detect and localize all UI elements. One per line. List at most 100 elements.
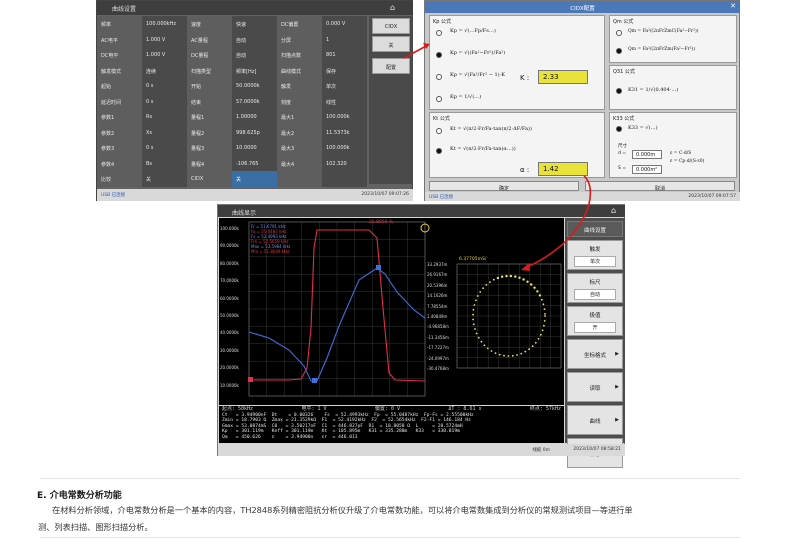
kp-option-3-radio[interactable] xyxy=(436,74,442,80)
kt-option-1-radio[interactable] xyxy=(436,128,442,134)
menu-button[interactable]: 触发 单次 xyxy=(567,240,623,270)
circle-point xyxy=(494,352,497,354)
menu-button[interactable]: 读取 ▶ xyxy=(567,372,623,402)
k-input[interactable]: 2.33 xyxy=(538,70,588,84)
readout-rows: Ct = 3.94900nF Dt = 0.00326 Fs = 52.4993… xyxy=(222,413,561,441)
q31-formula: K31 = 1/√(0.404·…) xyxy=(628,87,679,93)
config-button[interactable]: 配置 xyxy=(372,58,410,74)
circle-point xyxy=(530,283,533,286)
settings-value[interactable]: -106.765 xyxy=(232,155,277,171)
settings-label: 参数1 xyxy=(97,109,142,125)
curve-plot-area[interactable]: 100.000k 90.0000k 80.0000k 70.0000k 60.0000k… xyxy=(219,218,564,405)
settings-value[interactable]: Rs xyxy=(142,109,187,125)
cursor-value: 25.8956 % xyxy=(369,220,394,225)
close-icon[interactable]: ✕ xyxy=(730,2,736,10)
kp-formula-2: Kp = √((Fa²−Fr²)/Fa²) xyxy=(450,50,506,56)
settings-value[interactable]: Bs xyxy=(142,155,187,171)
settings-value[interactable]: 自动 xyxy=(232,47,277,63)
home-icon[interactable]: ⌂ xyxy=(611,206,616,215)
settings-value[interactable]: 1.00000 xyxy=(232,109,277,125)
settings-value[interactable]: 0.000 V xyxy=(322,16,367,32)
settings-row: 比较关 CIDX 关 xyxy=(97,171,368,187)
triangle-right-icon: ▶ xyxy=(615,351,619,357)
curve-settings-screen: 曲线设置 ⌂ 频率 100.000kHz 速度 快速 DC偏置 0.000 V AC电平 1.… xyxy=(96,0,413,201)
cidx-off-button[interactable]: 关 xyxy=(372,36,410,52)
settings-value[interactable]: 0 s xyxy=(142,78,187,94)
settings-value[interactable]: Xs xyxy=(142,124,187,140)
ok-button[interactable]: 确定 xyxy=(429,181,579,192)
settings-value[interactable]: 100.000k xyxy=(322,140,367,156)
kp-option-4-radio[interactable] xyxy=(436,96,442,102)
cancel-button[interactable]: 取消 xyxy=(585,181,735,192)
settings-value[interactable]: 50.0000k xyxy=(232,78,277,94)
settings-value[interactable]: 100.000k xyxy=(322,109,367,125)
menu-button[interactable]: 曲线设置 xyxy=(567,221,623,237)
settings-label: 扫描类型 xyxy=(187,62,232,78)
settings-value[interactable]: 102.320 xyxy=(322,155,367,171)
circle-point xyxy=(480,340,483,343)
circle-tick-label: -17.7227m xyxy=(427,345,449,351)
triangle-right-icon: ▶ xyxy=(615,417,619,423)
kp-option-2-radio[interactable] xyxy=(436,52,442,58)
k33-title: K33 公式 xyxy=(613,116,635,122)
settings-value[interactable]: 11.5373k xyxy=(322,124,367,140)
menu-button[interactable]: 坐标格式 ▶ xyxy=(567,339,623,369)
home-icon[interactable]: ⌂ xyxy=(390,3,400,13)
curve-menu: 曲线设置触发单次标尺自动极值开坐标格式▶读取▶曲线▶保存▶ xyxy=(565,218,625,468)
max-marker xyxy=(376,265,381,270)
q31-option-radio[interactable] xyxy=(616,88,622,94)
circle-axis-ticks: 33.2937m 26.9167m 20.5396m 14.1626m 7.78554m… xyxy=(427,218,457,405)
menu-button[interactable]: 标尺 自动 xyxy=(567,273,623,303)
settings-grid: 频率 100.000kHz 速度 快速 DC偏置 0.000 V AC电平 1.000 V AC… xyxy=(97,16,368,187)
settings-value[interactable]: 单次 xyxy=(322,78,367,94)
settings-value[interactable]: 801 xyxy=(322,47,367,63)
measurement-readout: 起点: 50kHz 电平: 1 V 偏置: 0 V ΔT : 8.61 s 终点: 57… xyxy=(219,406,564,443)
settings-label: 最大2 xyxy=(277,124,322,140)
circle-point xyxy=(526,280,529,283)
settings-value[interactable]: 100.000kHz xyxy=(142,16,187,32)
settings-value[interactable]: 10.0000 xyxy=(232,140,277,156)
settings-value[interactable]: 1 xyxy=(322,31,367,47)
circle-point xyxy=(514,275,517,278)
qm-option-1-radio[interactable] xyxy=(616,30,622,36)
settings-value[interactable]: 保存 xyxy=(322,62,367,78)
menu-button-label: 曲线 xyxy=(589,419,601,425)
settings-value[interactable]: 1.000 V xyxy=(142,31,187,47)
d-input[interactable]: 0.000m xyxy=(632,150,662,159)
settings-row: 触发模式 连续 扫描类型 频率[Hz] 曲线模式 保存 xyxy=(97,62,368,78)
kt-option-2-radio[interactable] xyxy=(436,148,442,154)
settings-value[interactable]: 998.625p xyxy=(232,124,277,140)
settings-value[interactable]: 57.0000k xyxy=(232,93,277,109)
settings-label: 频率 xyxy=(97,16,142,32)
menu-button[interactable]: 曲线 ▶ xyxy=(567,405,623,435)
s-input[interactable]: 0.000m² xyxy=(632,165,662,174)
settings-value[interactable]: 快速 xyxy=(232,16,277,32)
settings-value[interactable]: 频率[Hz] xyxy=(232,62,277,78)
menu-button[interactable]: 极值开 xyxy=(567,306,623,336)
settings-value[interactable]: 线性 xyxy=(322,93,367,109)
settings-label xyxy=(277,171,322,187)
settings-value[interactable]: 0 s xyxy=(142,93,187,109)
circle-point xyxy=(543,320,546,322)
qm-title: Qm 公式 xyxy=(613,19,634,25)
settings-value[interactable]: 连续 xyxy=(142,62,187,78)
status-bar: 线缆 0m 2023/10/07 08:58:21 xyxy=(218,444,625,456)
settings-value[interactable]: 关 xyxy=(142,171,187,187)
circle-point xyxy=(500,275,504,278)
settings-value[interactable]: 1.000 V xyxy=(142,47,187,63)
k33-option-radio[interactable] xyxy=(616,126,622,132)
settings-row: 延迟时间 0 s 结束 57.0000k 刻度 线性 xyxy=(97,93,368,109)
cidx-button[interactable]: CIDX xyxy=(372,18,410,34)
kp-option-1-radio[interactable] xyxy=(436,30,442,36)
settings-value[interactable] xyxy=(322,171,367,187)
kt-panel: Kt 公式 Kt = √(π/2·Fr/Fa·tan(π/2·ΔF/Fa)) K… xyxy=(429,112,605,178)
menu-button-label: 读取 xyxy=(589,386,601,392)
alpha-input[interactable]: 1.42 xyxy=(538,162,588,176)
settings-value[interactable]: 自动 xyxy=(232,31,277,47)
settings-value[interactable]: 关 xyxy=(232,171,277,187)
permittivity-formula-2: ε = Cp·d/(S·ε0) xyxy=(670,159,705,164)
settings-value[interactable]: 0 s xyxy=(142,140,187,156)
qm-formula-2: Qm = Fa²/(2πFrZm(Fa²−Fr²)) xyxy=(628,47,696,52)
qm-option-2-radio[interactable] xyxy=(616,48,622,54)
triangle-right-icon: ▶ xyxy=(615,384,619,390)
